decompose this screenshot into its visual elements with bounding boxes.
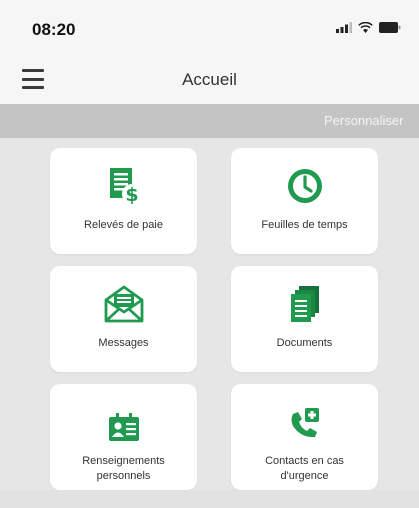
tile-label: Documents bbox=[276, 337, 333, 349]
tile-payslips[interactable]: $ Relevés de paie bbox=[50, 148, 197, 254]
tile-label: Contacts en cas d'urgence bbox=[265, 455, 344, 482]
page-title: Accueil bbox=[182, 70, 237, 89]
tile-messages[interactable]: Messages bbox=[50, 266, 197, 372]
envelope-icon bbox=[104, 285, 143, 323]
customize-link[interactable]: Personnaliser bbox=[324, 113, 404, 128]
customize-banner: Personnaliser bbox=[0, 104, 419, 138]
wifi-icon bbox=[358, 22, 373, 33]
tile-documents[interactable]: Documents bbox=[231, 266, 378, 372]
tile-label: Relevés de paie bbox=[84, 219, 163, 231]
payslip-icon: $ bbox=[109, 168, 142, 206]
tile-emergency-contacts[interactable]: Contacts en cas d'urgence bbox=[231, 384, 378, 490]
battery-icon bbox=[379, 22, 401, 33]
status-icons bbox=[336, 22, 401, 33]
tile-personal-info[interactable]: Renseignements personnels bbox=[50, 384, 197, 490]
personal-info-icon bbox=[108, 413, 139, 441]
tile-timesheets[interactable]: Feuilles de temps bbox=[231, 148, 378, 254]
nav-bar: Accueil bbox=[0, 54, 419, 104]
signal-icon bbox=[336, 22, 352, 33]
status-bar: 08:20 bbox=[0, 0, 419, 54]
tile-label: Feuilles de temps bbox=[261, 219, 348, 231]
emergency-contact-icon bbox=[291, 408, 319, 438]
clock-icon bbox=[287, 169, 322, 203]
status-time: 08:20 bbox=[32, 20, 76, 39]
tile-label: Messages bbox=[98, 337, 149, 349]
bottom-strip bbox=[0, 490, 419, 508]
svg-text:$: $ bbox=[125, 184, 138, 206]
documents-icon bbox=[290, 286, 319, 322]
tile-label: Renseignements personnels bbox=[82, 455, 165, 482]
